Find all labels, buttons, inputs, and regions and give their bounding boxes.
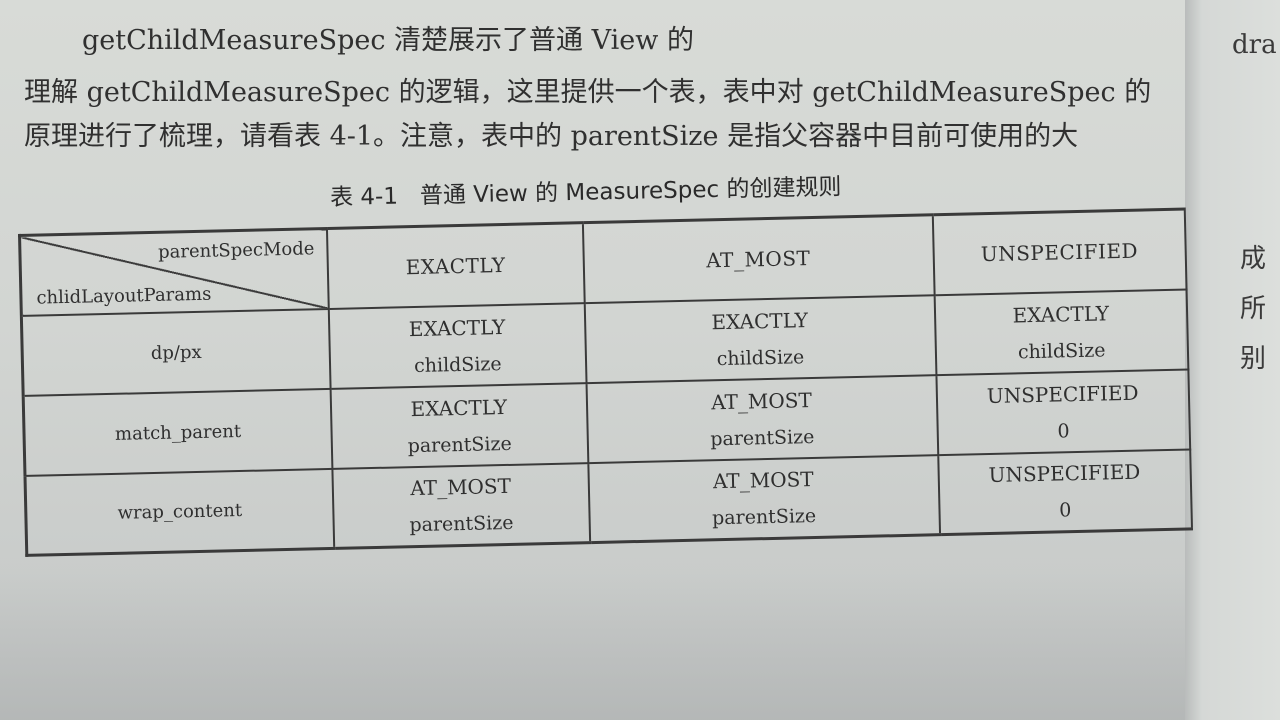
page-lower-shadow bbox=[0, 570, 1185, 720]
cell-spec-mode: EXACTLY bbox=[711, 307, 809, 334]
row-label: wrap_content bbox=[117, 500, 243, 525]
row-header-match-parent: match_parent bbox=[23, 388, 333, 476]
cell-spec-size: 0 bbox=[1057, 419, 1070, 442]
corner-label-parent-spec-mode: parentSpecMode bbox=[157, 238, 315, 263]
cell-spec-mode: EXACTLY bbox=[408, 314, 506, 341]
cell-spec-size: childSize bbox=[1017, 338, 1106, 363]
cell-spec-size: childSize bbox=[716, 345, 805, 370]
cell-spec-mode: AT_MOST bbox=[710, 387, 813, 414]
cell-spec-mode: EXACTLY bbox=[410, 394, 508, 421]
cell-spec-size: parentSize bbox=[711, 505, 817, 530]
table-cell: AT_MOST parentSize bbox=[587, 454, 940, 543]
column-header-exactly: EXACTLY bbox=[326, 222, 585, 309]
row-label: dp/px bbox=[150, 341, 202, 364]
row-label: match_parent bbox=[114, 420, 242, 445]
column-header-label: EXACTLY bbox=[405, 252, 506, 279]
cell-spec-mode: EXACTLY bbox=[1012, 300, 1110, 327]
row-header-dp-px: dp/px bbox=[21, 308, 331, 396]
table-cell: EXACTLY childSize bbox=[934, 289, 1189, 375]
paragraph-line-1: getChildMeasureSpec 清楚展示了普通 View 的 bbox=[82, 25, 694, 56]
corner-label-child-layout-params: chlidLayoutParams bbox=[36, 283, 212, 309]
column-header-label: AT_MOST bbox=[705, 245, 811, 273]
cell-spec-size: parentSize bbox=[409, 512, 514, 537]
cell-spec-size: parentSize bbox=[407, 432, 512, 457]
table-cell: AT_MOST parentSize bbox=[586, 374, 938, 463]
column-header-at-most: AT_MOST bbox=[582, 214, 935, 303]
table-corner-cell: parentSpecMode chlidLayoutParams bbox=[19, 228, 329, 316]
adjacent-page-fragment-3: 别 bbox=[1240, 344, 1267, 374]
table-cell: EXACTLY childSize bbox=[584, 294, 936, 383]
table-cell: EXACTLY parentSize bbox=[330, 382, 588, 469]
adjacent-page-fragment-1: 成 bbox=[1240, 244, 1267, 274]
table-cell: AT_MOST parentSize bbox=[332, 462, 590, 549]
table-cell: UNSPECIFIED 0 bbox=[937, 448, 1192, 535]
cell-spec-size: 0 bbox=[1058, 499, 1072, 522]
table-caption-number: 表 4-1 bbox=[329, 183, 399, 211]
cell-spec-size: childSize bbox=[413, 352, 502, 377]
cell-spec-mode: UNSPECIFIED bbox=[988, 459, 1141, 488]
cell-spec-mode: AT_MOST bbox=[410, 474, 512, 501]
cell-spec-mode: AT_MOST bbox=[712, 467, 814, 494]
adjacent-page-fragment-2: 所 bbox=[1240, 294, 1267, 324]
paragraph-line-3: 原理进行了梳理，请看表 4-1。注意，表中的 parentSize 是指父容器中… bbox=[24, 121, 1079, 152]
cell-spec-mode: UNSPECIFIED bbox=[986, 380, 1139, 408]
measure-spec-table: parentSpecMode chlidLayoutParams EXACTLY… bbox=[18, 208, 1193, 557]
adjacent-page-fragment-top: dra bbox=[1232, 30, 1277, 60]
table-caption: 表 4-1 普通 View 的 MeasureSpec 的创建规则 bbox=[330, 167, 842, 212]
table-cell: EXACTLY childSize bbox=[328, 302, 587, 389]
table-cell: UNSPECIFIED 0 bbox=[935, 368, 1191, 455]
column-header-label: UNSPECIFIED bbox=[980, 238, 1139, 266]
paragraph-line-2: 理解 getChildMeasureSpec 的逻辑，这里提供一个表，表中对 g… bbox=[24, 77, 1152, 108]
row-header-wrap-content: wrap_content bbox=[24, 468, 335, 556]
cell-spec-size: parentSize bbox=[710, 425, 815, 450]
table-caption-title: 普通 View 的 MeasureSpec 的创建规则 bbox=[419, 174, 842, 210]
column-header-unspecified: UNSPECIFIED bbox=[932, 209, 1187, 295]
